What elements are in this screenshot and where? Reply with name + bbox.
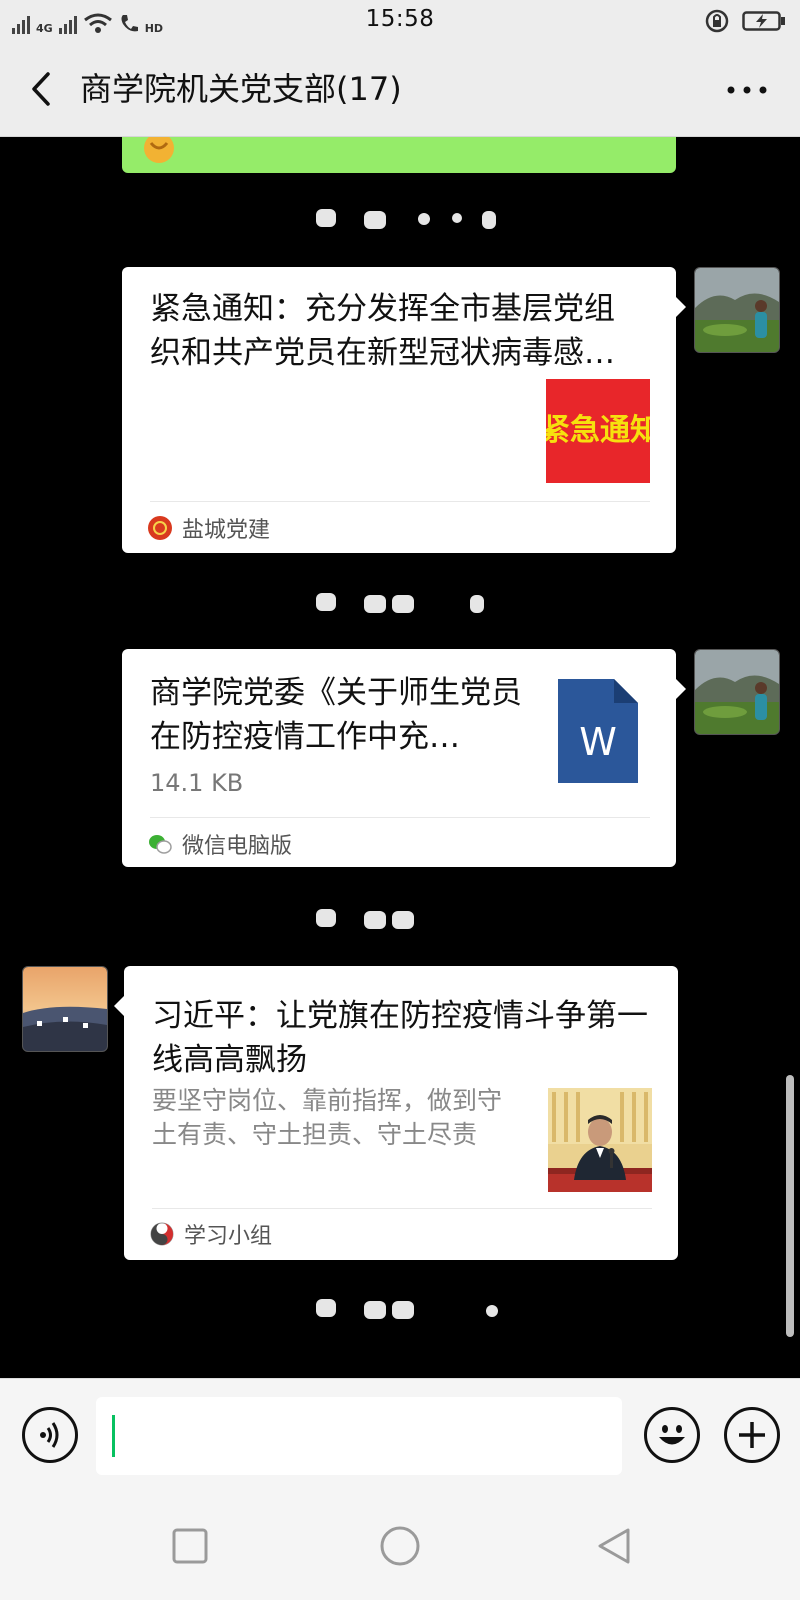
- file-size: 14.1 KB: [150, 769, 244, 797]
- chat-title: 商学院机关党支部(17): [80, 70, 402, 108]
- card-divider: [150, 817, 650, 818]
- clock: 15:58: [365, 6, 435, 32]
- bubble-tail: [114, 996, 124, 1016]
- avatar[interactable]: [694, 267, 780, 353]
- voice-icon: [40, 1422, 59, 1448]
- timestamp-divider: [0, 1291, 800, 1325]
- card-divider: [152, 1208, 652, 1209]
- triangle-back-icon: [598, 1528, 630, 1564]
- article-source: 学习小组: [150, 1218, 272, 1250]
- card-divider: [150, 501, 650, 502]
- avatar[interactable]: [694, 649, 780, 735]
- title-bar: 商学院机关党支部(17): [0, 44, 800, 137]
- square-icon: [172, 1528, 208, 1564]
- word-file-icon: W: [558, 679, 638, 783]
- more-dots-icon: [727, 86, 767, 94]
- bubble-tail: [676, 679, 686, 699]
- thumbnail-text: 紧急通知: [546, 413, 650, 448]
- avatar-landscape-image: [695, 650, 779, 734]
- file-card[interactable]: 商学院党委《关于师生党员在防控疫情工作中充… 14.1 KB W 微信电脑版: [122, 649, 686, 867]
- smiley-icon: [659, 1425, 685, 1445]
- file-source: 微信电脑版: [148, 828, 292, 860]
- status-bar: 4G HD 15:58: [0, 0, 800, 44]
- word-letter: W: [579, 720, 617, 764]
- nav-back-button[interactable]: [592, 1524, 636, 1568]
- home-button[interactable]: [378, 1524, 422, 1568]
- emoji-icon: [144, 137, 174, 163]
- avatar-sunset-image: [23, 967, 107, 1051]
- chevron-left-icon: [32, 72, 50, 106]
- status-right: [704, 8, 786, 34]
- source-name: 盐城党建: [182, 518, 271, 543]
- source-name: 学习小组: [184, 1224, 273, 1249]
- article-source: 盐城党建: [148, 512, 270, 544]
- text-caret: [112, 1415, 115, 1457]
- battery-icon: [742, 11, 785, 31]
- lock-rotation-icon: [705, 9, 729, 33]
- article-card[interactable]: 紧急通知：充分发挥全市基层党组织和共产党员在新型冠状病毒感… 紧急通知 盐城党建: [122, 267, 686, 553]
- article-thumbnail: 紧急通知: [546, 379, 650, 483]
- plus-icon: [739, 1422, 765, 1448]
- message-input[interactable]: [96, 1397, 622, 1475]
- voice-button[interactable]: [22, 1407, 78, 1463]
- add-button[interactable]: [724, 1407, 780, 1463]
- xuexi-logo-icon: [150, 1222, 174, 1246]
- avatar-landscape-image: [695, 268, 779, 352]
- scrollbar[interactable]: [786, 1075, 794, 1337]
- more-button[interactable]: [722, 72, 772, 108]
- chat-area[interactable]: 紧急通知：充分发挥全市基层党组织和共产党员在新型冠状病毒感… 紧急通知 盐城党建: [0, 137, 800, 1377]
- timestamp-divider: [0, 585, 800, 619]
- back-button[interactable]: [22, 66, 62, 112]
- article-card[interactable]: 习近平：让党旗在防控疫情斗争第一线高高飘扬 要坚守岗位、靠前指挥，做到守土有责、…: [114, 966, 678, 1260]
- source-logo-icon: [148, 516, 172, 540]
- navigation-bar: [0, 1490, 800, 1600]
- bubble-tail: [676, 297, 686, 317]
- recent-apps-button[interactable]: [168, 1524, 212, 1568]
- timestamp-divider: [0, 901, 800, 935]
- timestamp-divider: [0, 201, 800, 235]
- wechat-pc-icon: [148, 832, 172, 856]
- file-title: 商学院党委《关于师生党员在防控疫情工作中充…: [150, 675, 522, 755]
- input-bar: [0, 1378, 800, 1491]
- source-name: 微信电脑版: [182, 834, 293, 859]
- article-thumbnail: [548, 1088, 652, 1192]
- avatar[interactable]: [22, 966, 108, 1052]
- article-title: 紧急通知：充分发挥全市基层党组织和共产党员在新型冠状病毒感…: [150, 291, 615, 371]
- article-summary: 要坚守岗位、靠前指挥，做到守土有责、守土担责、守土尽责: [152, 1086, 503, 1149]
- emoji-button[interactable]: [644, 1407, 700, 1463]
- previous-message-bubble[interactable]: [122, 137, 676, 173]
- article-title: 习近平：让党旗在防控疫情斗争第一线高高飘扬: [152, 998, 648, 1078]
- circle-icon: [380, 1526, 420, 1566]
